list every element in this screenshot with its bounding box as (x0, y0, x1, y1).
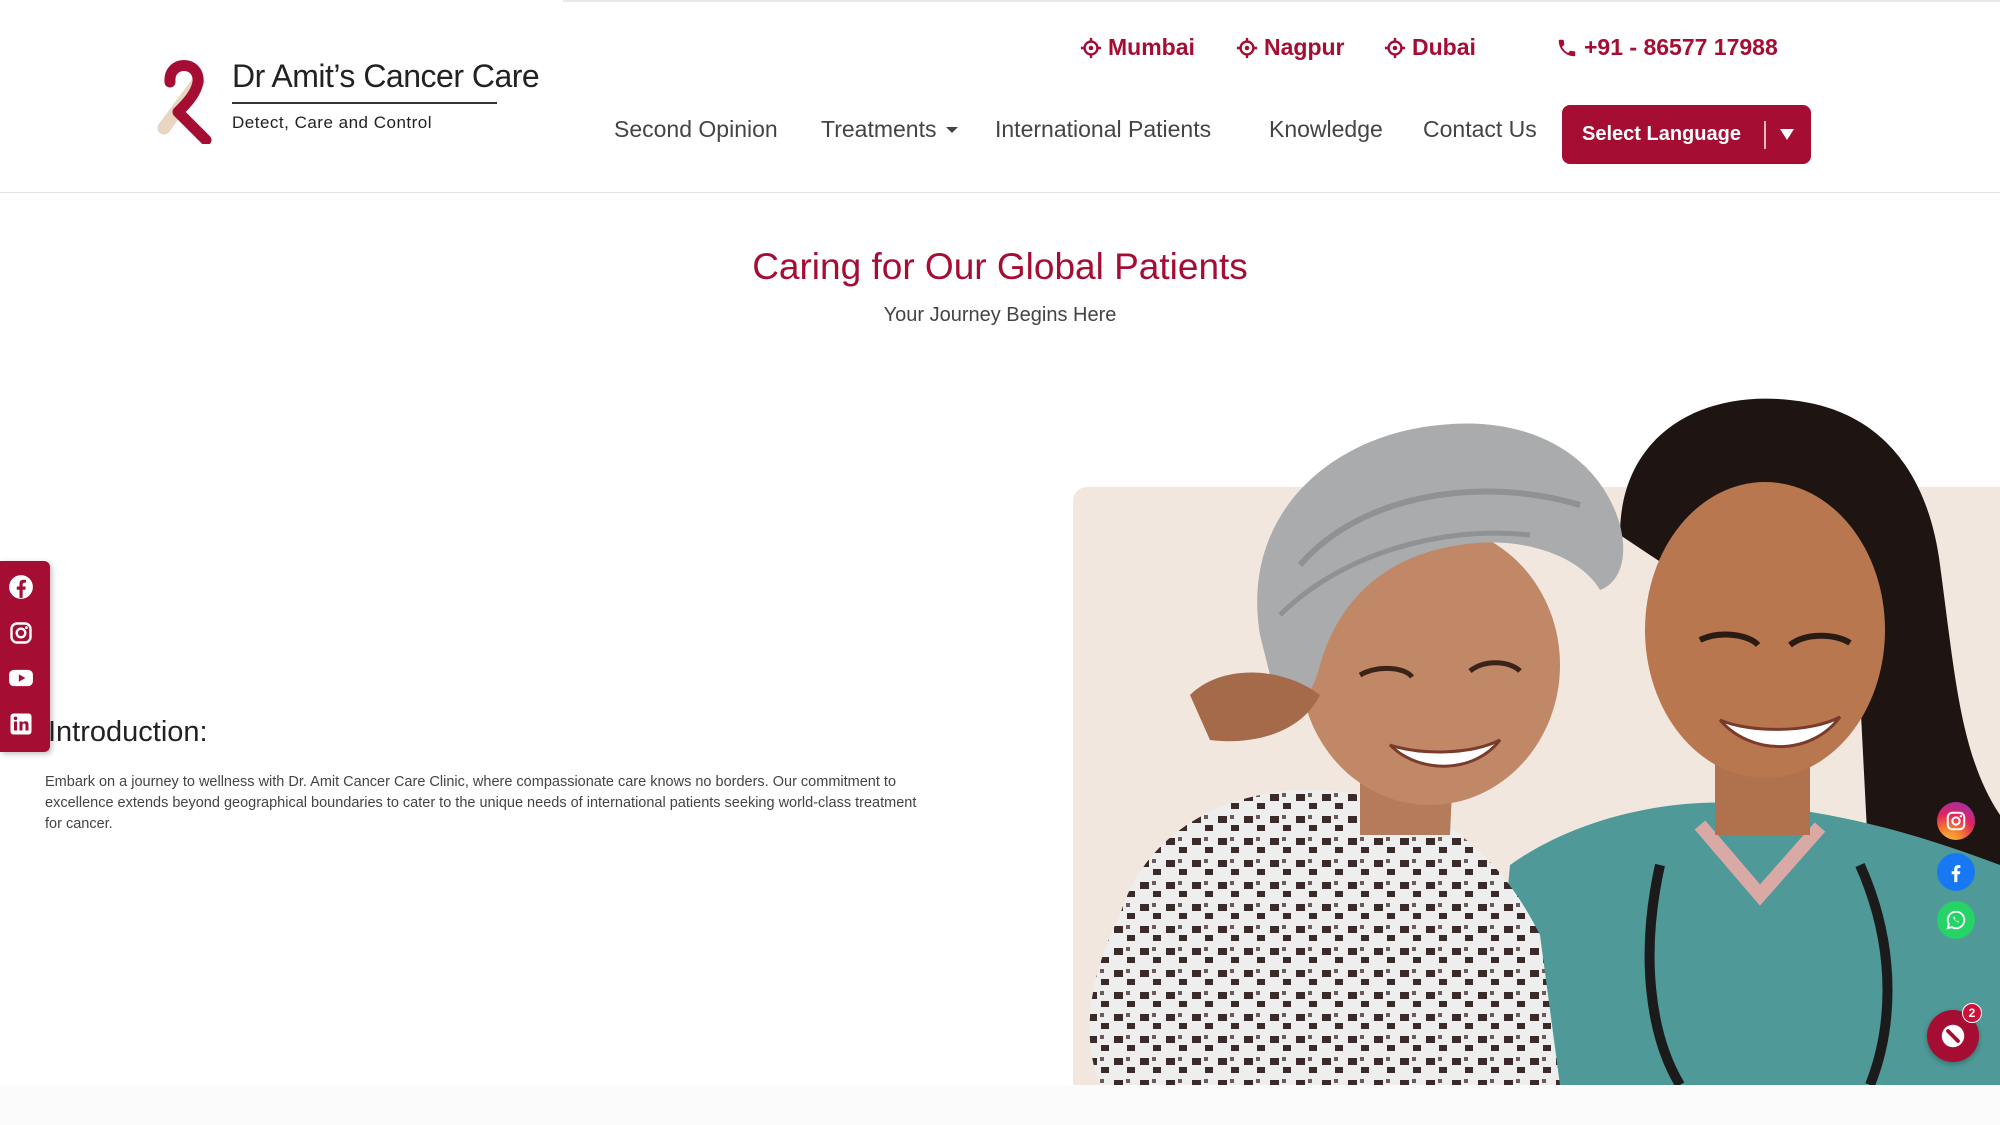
intro-paragraph: Embark on a journey to wellness with Dr.… (45, 774, 917, 832)
location-mumbai[interactable]: Mumbai (1080, 34, 1195, 61)
nav-contact-us[interactable]: Contact Us (1423, 116, 1537, 143)
brand-underline (232, 102, 497, 104)
site-header: Dr Amit’s Cancer Care Detect, Care and C… (0, 0, 2000, 193)
nav-treatments[interactable]: Treatments (821, 116, 959, 143)
social-sidebar (0, 561, 50, 752)
section-bottom (0, 1085, 2000, 1125)
select-language-button[interactable]: Select Language (1562, 105, 1811, 164)
page-title: Caring for Our Global Patients (752, 246, 1248, 287)
phone-link[interactable]: +91 - 86577 17988 (1556, 34, 1778, 61)
site-logo[interactable]: Dr Amit’s Cancer Care Detect, Care and C… (140, 52, 540, 152)
chevron-down-icon (946, 126, 959, 133)
ribbon-logo-icon (157, 60, 212, 144)
nav-label: Second Opinion (614, 116, 778, 142)
facebook-icon[interactable] (8, 574, 34, 600)
phone-icon (1558, 39, 1576, 56)
location-dubai[interactable]: Dubai (1384, 34, 1476, 61)
page-subtitle: Your Journey Begins Here (883, 304, 1117, 326)
location-nagpur[interactable]: Nagpur (1236, 34, 1345, 61)
nav-label: International Patients (995, 116, 1212, 142)
intro-heading: Introduction: (48, 716, 208, 748)
instagram-icon[interactable] (1937, 802, 1975, 840)
youtube-icon[interactable] (8, 665, 34, 691)
nav-label: Treatments (821, 116, 937, 142)
location-label: Nagpur (1264, 34, 1345, 60)
chat-icon (1941, 1024, 1965, 1048)
nav-international-patients[interactable]: International Patients (995, 116, 1211, 143)
location-label: Dubai (1412, 34, 1476, 60)
phone-number: +91 - 86577 17988 (1584, 34, 1778, 60)
location-pin-icon (1080, 37, 1102, 58)
dropdown-arrow-icon (1780, 129, 1794, 140)
instagram-icon[interactable] (8, 620, 34, 646)
nav-label: Contact Us (1423, 116, 1537, 142)
brand-tagline: Detect, Care and Control (232, 113, 433, 132)
whatsapp-icon[interactable] (1937, 901, 1975, 939)
nav-label: Knowledge (1269, 116, 1383, 142)
location-pin-icon (1236, 37, 1258, 58)
chat-notification-badge: 2 (1962, 1003, 1982, 1023)
location-pin-icon (1384, 37, 1406, 58)
nav-second-opinion[interactable]: Second Opinion (614, 116, 778, 143)
linkedin-icon[interactable] (8, 711, 34, 737)
nav-knowledge[interactable]: Knowledge (1269, 116, 1383, 143)
button-divider (1764, 121, 1766, 149)
hero-photo (1060, 395, 2000, 1085)
brand-name: Dr Amit’s Cancer Care (232, 58, 540, 94)
select-language-label: Select Language (1582, 123, 1741, 145)
top-divider (563, 0, 2000, 2)
facebook-icon[interactable] (1937, 853, 1975, 891)
location-label: Mumbai (1108, 34, 1195, 60)
